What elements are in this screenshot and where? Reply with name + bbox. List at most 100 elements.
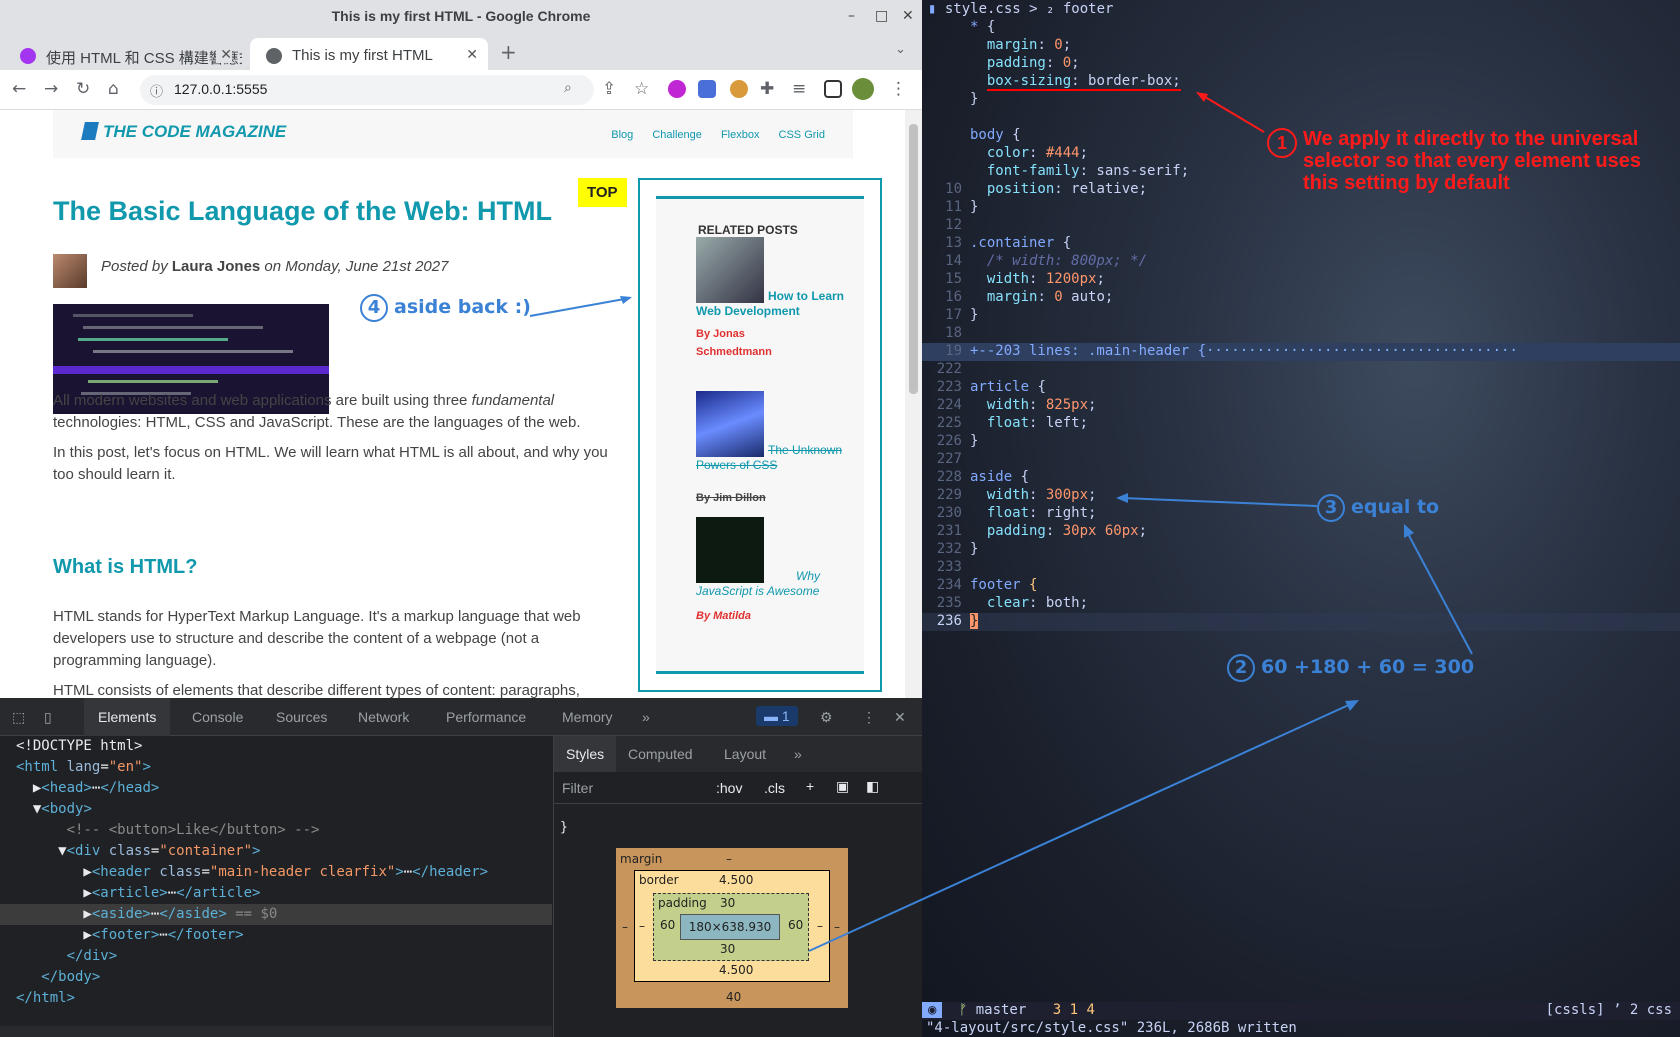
margin-bottom-value[interactable]: 40 (726, 990, 741, 1004)
author-avatar (53, 254, 87, 288)
tab-udemy[interactable]: 使用 HTML 和 CSS 構建響應式 ✕ (4, 38, 242, 70)
dom-node[interactable]: ▶<article>⋯</article> (0, 883, 552, 904)
dom-doctype[interactable]: <!DOCTYPE html> (0, 736, 552, 757)
dom-node[interactable]: </div> (0, 946, 552, 967)
inspect-icon[interactable]: ⬚ (12, 709, 25, 726)
border-top-value[interactable]: 4.500 (719, 873, 753, 887)
padding-left-value[interactable]: 60 (660, 918, 675, 932)
related-link-2[interactable]: The Unknown Powers of CSS (696, 443, 856, 473)
code-line: 235 clear: both; (936, 595, 1089, 611)
related-link-3[interactable]: Why JavaScript is Awesome (696, 569, 856, 599)
lsp-status: [cssls] ʼ 2 css (1545, 1002, 1672, 1018)
tab-search-icon[interactable]: ⌄ (895, 42, 906, 57)
tab-close-icon[interactable]: ✕ (216, 46, 232, 63)
top-badge[interactable]: TOP (578, 178, 627, 207)
tab-console[interactable]: Console (192, 709, 243, 725)
share-icon[interactable]: ⇪ (602, 79, 616, 99)
box-content[interactable]: 180×638.930 (680, 914, 780, 940)
tab-elements[interactable]: Elements (84, 698, 171, 736)
extensions-puzzle-icon[interactable]: ✚ (760, 79, 774, 99)
related-posts: RELATED POSTS How to Learn Web Developme… (656, 196, 864, 674)
dom-node[interactable]: </body> (0, 967, 552, 988)
device-toggle-icon[interactable]: ▯ (44, 709, 52, 726)
more-panes-icon[interactable]: » (794, 746, 802, 762)
nav-link-flexbox[interactable]: Flexbox (721, 129, 760, 141)
border-left-value[interactable]: – (639, 919, 645, 933)
dom-node[interactable]: ▶<footer>⋯</footer> (0, 925, 552, 946)
site-logo[interactable]: THE CODE MAGAZINE (81, 122, 286, 142)
tab-network[interactable]: Network (358, 709, 409, 725)
back-icon[interactable]: ← (12, 79, 26, 99)
dom-node-selected[interactable]: ▶<aside>⋯</aside> == $0 (0, 904, 552, 925)
profile-avatar[interactable] (852, 78, 874, 100)
posted-prefix: Posted by (101, 258, 172, 275)
code-line: padding: 0; (986, 55, 1080, 71)
dom-node[interactable]: <!-- <button>Like</button> --> (0, 820, 552, 841)
minimize-icon[interactable]: – (848, 8, 855, 24)
related-author-1: By Jonas Schmedtmann (696, 328, 772, 358)
annotation-arrow (1404, 524, 1473, 655)
tab-sources[interactable]: Sources (276, 709, 327, 725)
winbar: ▮ style.css > ₂ footer (928, 1, 1114, 17)
web-page: THE CODE MAGAZINE Blog Challenge Flexbox… (0, 110, 905, 698)
omnibox[interactable]: ⓘ 127.0.0.1:5555 ⌕ (140, 75, 594, 105)
tab-computed[interactable]: Computed (628, 746, 693, 762)
margin-top-value[interactable]: – (726, 852, 732, 866)
extension-icon[interactable] (668, 80, 686, 98)
tab-active[interactable]: This is my first HTML ✕ (250, 38, 488, 70)
cookie-icon[interactable] (730, 80, 748, 98)
book-icon (81, 122, 99, 140)
nav-link-challenge[interactable]: Challenge (652, 129, 702, 141)
annotation-number: 2 (1227, 654, 1255, 682)
margin-left-value[interactable]: – (622, 920, 628, 934)
tab-memory[interactable]: Memory (562, 709, 613, 725)
hov-toggle[interactable]: :hov (716, 780, 742, 796)
filter-input[interactable]: Filter (562, 780, 593, 796)
tab-label: This is my first HTML (292, 47, 433, 64)
zoom-icon[interactable]: ⌕ (564, 80, 572, 96)
padding-bottom-value[interactable]: 30 (720, 942, 735, 956)
more-tabs-icon[interactable]: » (642, 709, 650, 725)
menu-kebab-icon[interactable]: ⋮ (890, 79, 907, 99)
dom-node[interactable]: <html lang="en"> (0, 757, 552, 778)
page-scrollbar[interactable] (905, 110, 922, 698)
new-tab-icon[interactable]: + (500, 40, 517, 64)
nav-link-blog[interactable]: Blog (611, 129, 633, 141)
close-window-icon[interactable]: ✕ (902, 8, 914, 24)
tab-layout[interactable]: Layout (724, 746, 766, 762)
padding-right-value[interactable]: 60 (788, 918, 803, 932)
forward-icon[interactable]: → (44, 79, 58, 99)
dom-node[interactable]: ▶<header class="main-header clearfix">⋯<… (0, 862, 552, 883)
tab-styles[interactable]: Styles (554, 736, 617, 772)
paragraph-2: In this post, let's focus on HTML. We wi… (53, 444, 608, 483)
translate-icon[interactable] (698, 80, 716, 98)
border-label: border (639, 873, 679, 887)
reading-list-icon[interactable]: ≡ (792, 79, 806, 99)
title-bar: This is my first HTML - Google Chrome – … (0, 0, 922, 34)
code-line: 16 margin: 0 auto; (945, 289, 1114, 305)
issues-badge[interactable]: ▬ 1 (756, 706, 798, 726)
bookmark-star-icon[interactable]: ☆ (634, 79, 649, 99)
tab-close-icon[interactable]: ✕ (466, 46, 478, 63)
cls-toggle[interactable]: .cls (764, 780, 785, 796)
maximize-icon[interactable]: □ (875, 8, 888, 24)
address-bar: ← → ↻ ⌂ ⓘ 127.0.0.1:5555 ⌕ ⇪ ☆ ✚ ≡ ⋮ (0, 70, 922, 110)
dom-node[interactable]: ▼<body> (0, 799, 552, 820)
reload-icon[interactable]: ↻ (76, 79, 90, 99)
border-bottom-value[interactable]: 4.500 (719, 963, 753, 977)
annotation-arrow (529, 296, 632, 317)
nav-link-css-grid[interactable]: CSS Grid (779, 129, 825, 141)
scroll-thumb[interactable] (909, 124, 918, 394)
dom-node[interactable]: ▶<head>⋯</head> (0, 778, 552, 799)
home-icon[interactable]: ⌂ (108, 79, 119, 99)
related-link-1[interactable]: How to Learn Web Development (696, 289, 856, 319)
side-panel-icon[interactable] (824, 80, 842, 98)
dom-node[interactable]: </html> (0, 988, 552, 1009)
padding-top-value[interactable]: 30 (720, 896, 735, 910)
tab-performance[interactable]: Performance (446, 709, 526, 725)
fold-line[interactable]: 19 +--203 lines: .main-header {··········… (922, 343, 1680, 361)
chrome-window: This is my first HTML - Google Chrome – … (0, 0, 922, 1037)
info-icon[interactable]: ⓘ (150, 81, 163, 100)
p1-emphasis: fundamental (471, 392, 555, 409)
dom-node[interactable]: ▼<div class="container"> (0, 841, 552, 862)
